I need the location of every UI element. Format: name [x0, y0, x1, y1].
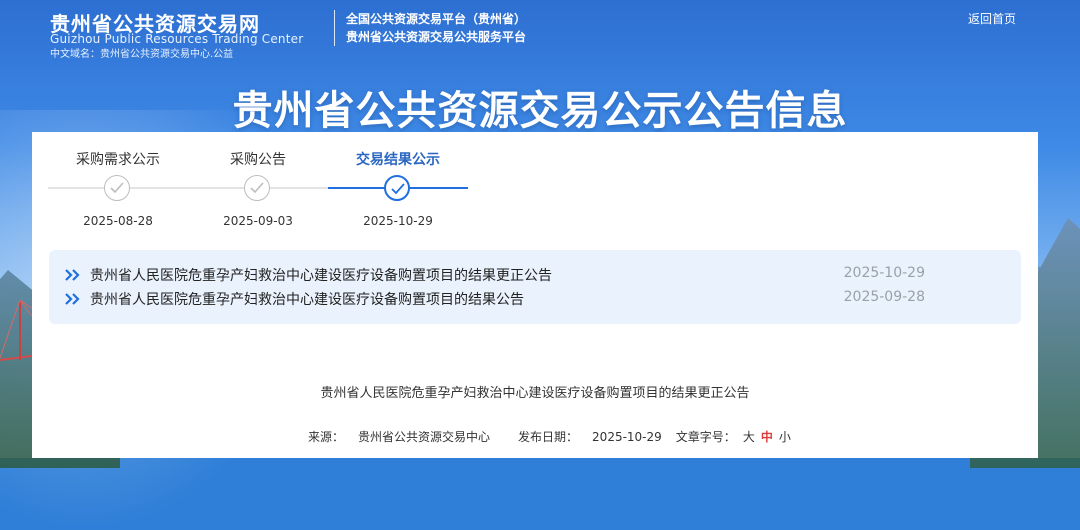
- progress-tabs: 采购需求公示 2025-08-28 采购公告 2025-09-03 交易结果公示…: [48, 146, 468, 246]
- page-title: 贵州省公共资源交易公示公告信息: [232, 88, 848, 134]
- platform-title-1: 全国公共资源交易平台（贵州省）: [346, 12, 527, 26]
- tab-label: 采购公告: [230, 152, 286, 168]
- tab-procurement-notice[interactable]: 采购公告 2025-09-03: [188, 146, 328, 246]
- double-chevron-right-icon: [65, 269, 80, 281]
- content-panel: 采购需求公示 2025-08-28 采购公告 2025-09-03 交易结果公示…: [32, 132, 1038, 458]
- platform-title-2: 贵州省公共资源交易公共服务平台: [346, 30, 527, 44]
- tab-date: 2025-10-29: [363, 214, 433, 228]
- tab-procurement-demand[interactable]: 采购需求公示 2025-08-28: [48, 146, 188, 246]
- site-header: 贵州省公共资源交易网 Guizhou Public Resources Trad…: [0, 0, 1080, 70]
- tab-date: 2025-08-28: [83, 214, 153, 228]
- header-divider: [334, 10, 335, 46]
- font-size-medium-button[interactable]: 中: [758, 428, 776, 445]
- double-chevron-right-icon: [65, 293, 80, 305]
- document-title: 贵州省人民医院危重孕产妇救治中心建设医疗设备购置项目的结果更正公告: [320, 386, 750, 401]
- check-circle-icon: [244, 175, 270, 201]
- font-size-label: 文章字号：: [675, 430, 736, 444]
- publish-date-label: 发布日期：: [518, 430, 579, 444]
- notice-list: 贵州省人民医院危重孕产妇救治中心建设医疗设备购置项目的结果更正公告 2025-1…: [49, 250, 1021, 324]
- notice-item[interactable]: 贵州省人民医院危重孕产妇救治中心建设医疗设备购置项目的结果更正公告 2025-1…: [49, 263, 1021, 287]
- notice-date: 2025-09-28: [843, 289, 925, 305]
- tab-date: 2025-09-03: [223, 214, 293, 228]
- tab-label: 采购需求公示: [76, 152, 160, 168]
- notice-title-link[interactable]: 贵州省人民医院危重孕产妇救治中心建设医疗设备购置项目的结果公告: [90, 289, 524, 309]
- return-home-link[interactable]: 返回首页: [968, 10, 1016, 27]
- tab-label: 交易结果公示: [356, 152, 440, 168]
- check-circle-icon: [384, 175, 410, 201]
- font-size-small-button[interactable]: 小: [776, 428, 794, 445]
- notice-title-link[interactable]: 贵州省人民医院危重孕产妇救治中心建设医疗设备购置项目的结果更正公告: [90, 265, 552, 285]
- publish-date-value: 2025-10-29: [592, 430, 662, 444]
- site-logo-domain: 中文域名：贵州省公共资源交易中心.公益: [50, 49, 234, 60]
- notice-item[interactable]: 贵州省人民医院危重孕产妇救治中心建设医疗设备购置项目的结果公告 2025-09-…: [49, 287, 1021, 311]
- document-meta: 来源： 贵州省公共资源交易中心 发布日期： 2025-10-29 文章字号： 大中小: [308, 428, 794, 445]
- tab-transaction-result[interactable]: 交易结果公示 2025-10-29: [328, 146, 468, 246]
- source-value: 贵州省公共资源交易中心: [358, 430, 491, 444]
- source-label: 来源：: [308, 430, 345, 444]
- site-logo-en: Guizhou Public Resources Trading Center: [50, 32, 304, 46]
- font-size-large-button[interactable]: 大: [740, 428, 758, 445]
- check-circle-icon: [104, 175, 130, 201]
- notice-date: 2025-10-29: [843, 265, 925, 281]
